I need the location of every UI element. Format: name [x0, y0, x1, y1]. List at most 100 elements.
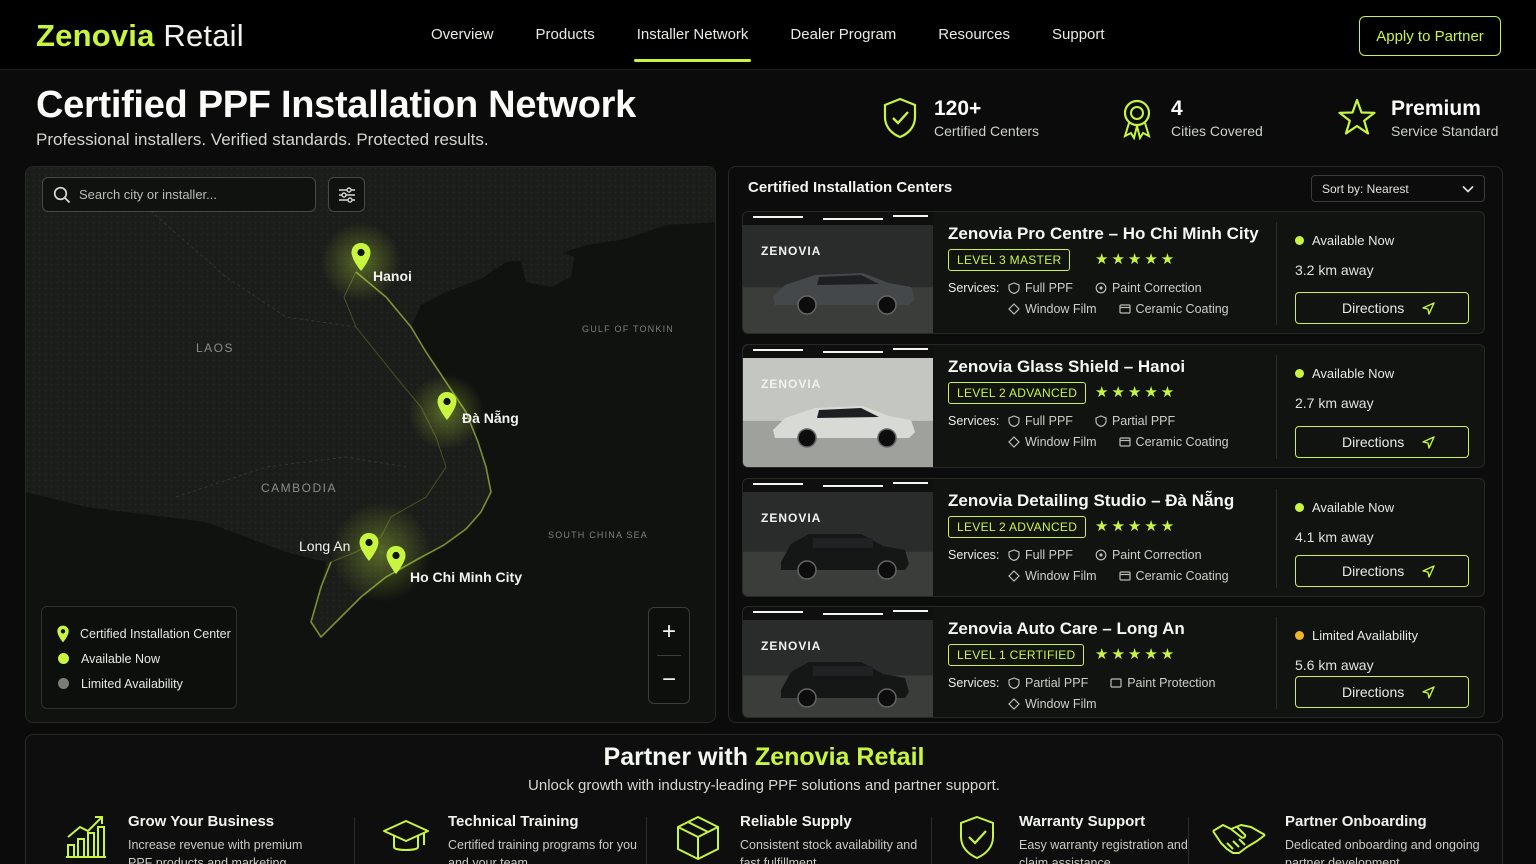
apply-to-partner-button[interactable]: Apply to Partner [1359, 16, 1501, 56]
navigation-arrow-icon [1422, 435, 1435, 449]
map-pin-da-nang[interactable] [436, 391, 458, 421]
directions-button[interactable]: Directions [1295, 555, 1469, 587]
partner-title: Partner with Zenovia Retail [26, 743, 1502, 772]
services-row: Window Film Ceramic Coating [948, 569, 1251, 583]
directions-button[interactable]: Directions [1295, 676, 1469, 708]
page-title: Certified PPF Installation Network [36, 84, 637, 126]
svg-text:ZENOVIA: ZENOVIA [761, 639, 821, 653]
brand-name-secondary: Retail [163, 18, 244, 53]
service-item: Window Film [1008, 435, 1097, 449]
stat-label: Cities Covered [1171, 123, 1263, 139]
service-icon [1008, 303, 1020, 315]
chevron-down-icon [1462, 185, 1474, 193]
service-item: Full PPF [1008, 281, 1073, 295]
pin-icon [57, 625, 69, 642]
award-ribbon-icon [1123, 99, 1151, 140]
zoom-in-button[interactable]: + [649, 608, 689, 655]
centers-list-panel: Certified Installation Centers Sort by: … [728, 166, 1503, 723]
service-item: Paint Protection [1110, 676, 1215, 690]
map-pin-hanoi[interactable] [350, 242, 372, 272]
service-label: Partial PPF [1025, 676, 1089, 690]
distance: 2.7 km away [1295, 395, 1374, 411]
service-label: Full PPF [1025, 281, 1073, 295]
feature-technical-training: Technical Training Certified training pro… [382, 813, 648, 864]
navigation-arrow-icon [1422, 685, 1435, 699]
handshake-icon [1212, 824, 1266, 854]
sea-label-south-china-sea: SOUTH CHINA SEA [548, 530, 649, 540]
region-label-cambodia: CAMBODIA [261, 481, 338, 495]
installer-name[interactable]: Zenovia Detailing Studio – Đà Nẵng [948, 491, 1234, 511]
service-item: Partial PPF [1095, 414, 1175, 428]
installer-name[interactable]: Zenovia Pro Centre – Ho Chi Minh City [948, 224, 1259, 244]
map-pin-long-an[interactable] [358, 532, 380, 562]
service-item: Paint Correction [1095, 548, 1202, 562]
card-divider [1276, 617, 1277, 709]
map-pin-ho-chi-minh-city[interactable] [385, 545, 407, 575]
stat-value: 120+ [934, 97, 982, 120]
feature-divider [931, 817, 932, 864]
feature-title: Grow Your Business [128, 813, 275, 830]
filter-button[interactable] [328, 177, 365, 212]
top-navigation-bar: Zenovia Retail Overview Products Install… [0, 0, 1536, 70]
service-icon [1095, 415, 1107, 427]
feature-title: Warranty Support [1019, 813, 1146, 830]
installer-card[interactable]: ZENOVIA Zenovia Auto Care – Long An LEVEL … [742, 606, 1485, 718]
nav-dealer-program[interactable]: Dealer Program [769, 0, 917, 70]
card-divider [1276, 489, 1277, 588]
rating-stars: ★★★★★ [1095, 251, 1178, 268]
status-text: Available Now [1312, 366, 1395, 381]
service-label: Ceramic Coating [1135, 569, 1229, 583]
nav-support[interactable]: Support [1031, 0, 1126, 70]
map-legend: Certified Installation Center Available … [41, 606, 237, 709]
service-icon [1008, 677, 1020, 689]
service-item: Window Film [1008, 569, 1097, 583]
legend-item-available: Available Now [56, 646, 236, 671]
feature-divider [354, 817, 355, 864]
stat-service-standard: Premium Service Standard [1337, 96, 1498, 140]
navigation-arrow-icon [1422, 564, 1435, 578]
nav-overview[interactable]: Overview [410, 0, 515, 70]
growth-chart-icon [66, 816, 106, 858]
distance: 3.2 km away [1295, 262, 1374, 278]
service-item: Ceramic Coating [1118, 435, 1229, 449]
directions-button[interactable]: Directions [1295, 292, 1469, 324]
sliders-icon [338, 186, 355, 203]
service-icon [1008, 415, 1020, 427]
brand-logo[interactable]: Zenovia Retail [36, 18, 244, 54]
service-item: Ceramic Coating [1118, 569, 1229, 583]
installer-name[interactable]: Zenovia Glass Shield – Hanoi [948, 357, 1185, 377]
city-label-ho-chi-minh-city: Ho Chi Minh City [410, 569, 522, 585]
service-label: Full PPF [1025, 548, 1073, 562]
nav-installer-network[interactable]: Installer Network [616, 0, 770, 70]
status-text: Limited Availability [1312, 628, 1418, 643]
service-icon [1095, 549, 1107, 561]
service-icon [1118, 304, 1131, 314]
feature-partner-onboarding: Partner Onboarding Dedicated onboarding a… [1211, 813, 1485, 864]
zoom-out-button[interactable]: − [649, 656, 689, 703]
installer-card[interactable]: ZENOVIA Zenovia Glass Shield – Hanoi LEVEL… [742, 344, 1485, 468]
services-row: Window Film [948, 697, 1119, 711]
service-label: Full PPF [1025, 414, 1073, 428]
box-icon [677, 816, 719, 860]
sort-dropdown[interactable]: Sort by: Nearest [1311, 175, 1485, 202]
stat-value: 4 [1171, 97, 1183, 120]
map-search[interactable] [42, 177, 316, 212]
nav-products[interactable]: Products [515, 0, 616, 70]
installer-map[interactable]: LAOS CAMBODIA GULF OF TONKIN SOUTH CHINA… [25, 166, 716, 723]
legend-item-limited: Limited Availability [56, 671, 236, 696]
installer-card[interactable]: ZENOVIA Zenovia Detailing Studio – Đà Nẵn… [742, 478, 1485, 597]
service-label: Paint Protection [1127, 676, 1216, 690]
directions-button[interactable]: Directions [1295, 426, 1469, 458]
service-icon [1095, 282, 1107, 294]
sort-value: Sort by: Nearest [1322, 181, 1409, 196]
status-dot-icon [1295, 369, 1304, 378]
installer-name[interactable]: Zenovia Auto Care – Long An [948, 619, 1185, 639]
nav-resources[interactable]: Resources [917, 0, 1031, 70]
shield-check-icon [883, 97, 917, 139]
legend-item-center: Certified Installation Center [56, 621, 236, 646]
installer-card[interactable]: ZENOVIA Zenovia Pro Centre – Ho Chi Minh … [742, 211, 1485, 334]
service-item: Window Film [1008, 302, 1097, 316]
city-label-da-nang: Đà Nẵng [462, 410, 519, 426]
search-input[interactable] [79, 187, 299, 202]
feature-desc: Consistent stock availability and fast f… [740, 838, 918, 864]
